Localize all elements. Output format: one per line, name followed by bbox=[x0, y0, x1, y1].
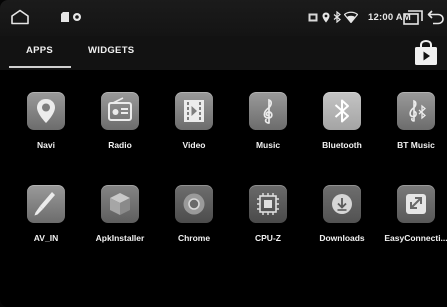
cpu-chip-icon bbox=[249, 185, 287, 223]
app-bt-music[interactable]: BT Music bbox=[376, 92, 447, 162]
back-icon[interactable] bbox=[427, 9, 445, 25]
sd-card-icon bbox=[61, 12, 69, 22]
app-label: EasyConnecti... bbox=[384, 233, 447, 243]
app-downloads[interactable]: Downloads bbox=[302, 185, 382, 255]
bt-music-icon bbox=[397, 92, 435, 130]
tab-bar: APPS WIDGETS bbox=[0, 36, 447, 70]
treble-clef-icon bbox=[249, 92, 287, 130]
package-cube-icon bbox=[101, 185, 139, 223]
download-icon bbox=[323, 185, 361, 223]
home-icon[interactable] bbox=[10, 9, 30, 25]
recent-apps-icon[interactable] bbox=[403, 10, 423, 25]
app-easyconnection[interactable]: EasyConnecti... bbox=[376, 185, 447, 255]
easyconnect-icon bbox=[397, 185, 435, 223]
app-bluetooth[interactable]: Bluetooth bbox=[302, 92, 382, 162]
film-icon bbox=[175, 92, 213, 130]
bluetooth-icon bbox=[323, 92, 361, 130]
app-music[interactable]: Music bbox=[228, 92, 308, 162]
home-screen: 12:00 AM APPS WIDGETS Navi Radio Video M… bbox=[0, 0, 447, 307]
app-label: BT Music bbox=[397, 140, 435, 150]
record-dot-icon bbox=[73, 13, 81, 21]
app-av-in[interactable]: AV_IN bbox=[6, 185, 86, 255]
play-store-bag-icon[interactable] bbox=[412, 40, 440, 66]
tab-widgets[interactable]: WIDGETS bbox=[88, 45, 134, 56]
tab-apps[interactable]: APPS bbox=[26, 45, 53, 56]
app-navi[interactable]: Navi bbox=[6, 92, 86, 162]
active-tab-indicator bbox=[9, 66, 71, 68]
bluetooth-status-icon bbox=[333, 11, 341, 23]
app-apkinstaller[interactable]: ApkInstaller bbox=[80, 185, 160, 255]
radio-icon bbox=[101, 92, 139, 130]
app-chrome[interactable]: Chrome bbox=[154, 185, 234, 255]
app-video[interactable]: Video bbox=[154, 92, 234, 162]
av-in-icon bbox=[27, 185, 65, 223]
chrome-icon bbox=[175, 185, 213, 223]
status-bar: 12:00 AM bbox=[0, 0, 447, 36]
map-pin-icon bbox=[27, 92, 65, 130]
wifi-icon bbox=[344, 11, 358, 23]
location-icon bbox=[322, 12, 330, 23]
app-cpu-z[interactable]: CPU-Z bbox=[228, 185, 308, 255]
screenshot-icon bbox=[308, 13, 318, 22]
app-radio[interactable]: Radio bbox=[80, 92, 160, 162]
